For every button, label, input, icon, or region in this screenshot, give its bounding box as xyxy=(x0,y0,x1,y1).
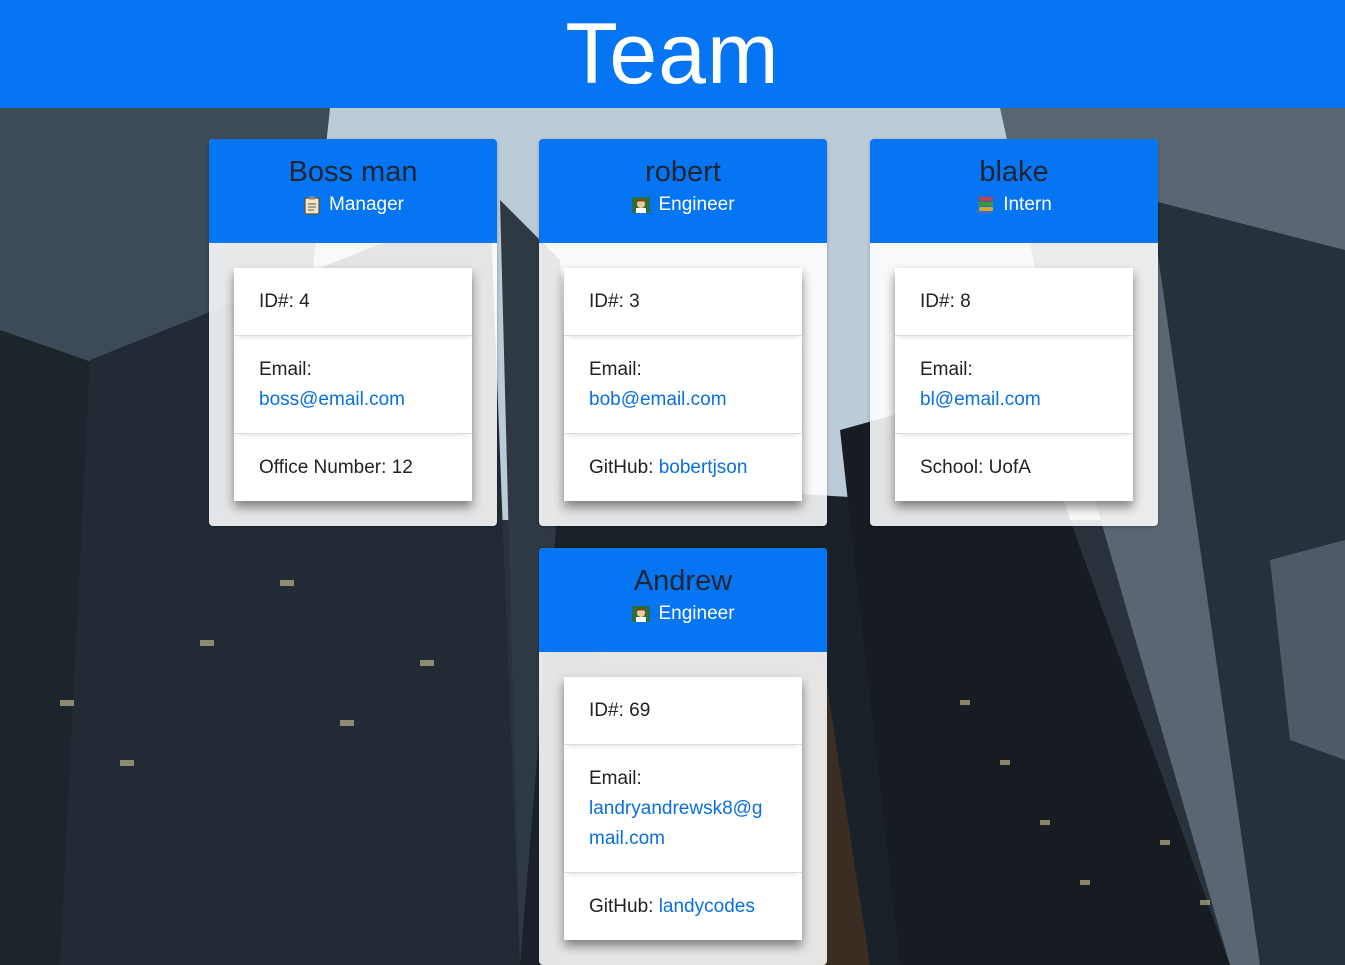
role-label: Manager xyxy=(329,194,404,215)
github: GitHub: landycodes xyxy=(564,873,802,940)
email-label: Email: xyxy=(259,359,312,380)
email-link[interactable]: landryandrewsk8@gmail.com xyxy=(589,794,777,854)
employee-email: Email: bl@email.com xyxy=(895,336,1133,434)
employee-details: ID#: 8 Email: bl@email.com School: UofA xyxy=(895,268,1133,501)
email-label: Email: xyxy=(589,768,642,789)
card-header: Andrew Engineer xyxy=(539,548,827,652)
role-label: Engineer xyxy=(658,194,735,215)
employee-name: robert xyxy=(645,156,721,188)
employee-id: ID#: 4 xyxy=(234,268,472,336)
employee-role: Engineer xyxy=(539,190,827,220)
office-number: Office Number: 12 xyxy=(259,457,413,478)
employee-id: ID#: 3 xyxy=(564,268,802,336)
school: School: UofA xyxy=(920,457,1031,478)
page-title: Team xyxy=(565,6,780,102)
employee-email: Email: bob@email.com xyxy=(564,336,802,434)
employee-id: ID#: 8 xyxy=(895,268,1133,336)
email-label: Email: xyxy=(589,359,642,380)
github-label: GitHub: xyxy=(589,896,659,917)
employee-email: Email: boss@email.com xyxy=(234,336,472,434)
github-link[interactable]: bobertjson xyxy=(659,457,748,478)
employee-card-intern: blake Intern ID#: 8 Email: bl@email.com … xyxy=(870,139,1158,526)
employee-role: Engineer xyxy=(539,599,827,629)
employee-card-manager: Boss man Manager ID#: 4 Email: boss@emai… xyxy=(209,139,497,526)
employee-name: blake xyxy=(979,156,1049,188)
employee-id: ID#: 69 xyxy=(564,677,802,745)
card-header: Boss man Manager xyxy=(209,139,497,243)
employee-card-engineer: robert Engineer ID#: 3 Email: bob@email.… xyxy=(539,139,827,526)
github: GitHub: bobertjson xyxy=(564,434,802,501)
employee-details: ID#: 3 Email: bob@email.com GitHub: bobe… xyxy=(564,268,802,501)
employee-email: Email: landryandrewsk8@gmail.com xyxy=(564,745,802,873)
engineer-icon xyxy=(631,195,651,215)
employee-card-engineer: Andrew Engineer ID#: 69 Email: landryand… xyxy=(539,548,827,965)
email-link[interactable]: bob@email.com xyxy=(589,385,777,415)
role-label: Engineer xyxy=(658,603,735,624)
email-link[interactable]: boss@email.com xyxy=(259,385,447,415)
employee-role: Intern xyxy=(870,190,1158,220)
employee-details: ID#: 4 Email: boss@email.com Office Numb… xyxy=(234,268,472,501)
card-header: blake Intern xyxy=(870,139,1158,243)
employee-details: ID#: 69 Email: landryandrewsk8@gmail.com… xyxy=(564,677,802,940)
books-icon xyxy=(976,195,996,215)
github-label: GitHub: xyxy=(589,457,659,478)
role-label: Intern xyxy=(1003,194,1052,215)
clipboard-icon xyxy=(302,195,322,215)
employee-name: Andrew xyxy=(633,565,733,597)
card-header: robert Engineer xyxy=(539,139,827,243)
email-link[interactable]: bl@email.com xyxy=(920,385,1108,415)
email-label: Email: xyxy=(920,359,973,380)
employee-role: Manager xyxy=(209,190,497,220)
page-header: Team xyxy=(0,0,1345,108)
engineer-icon xyxy=(631,604,651,624)
employee-name: Boss man xyxy=(288,156,418,188)
github-link[interactable]: landycodes xyxy=(659,896,755,917)
